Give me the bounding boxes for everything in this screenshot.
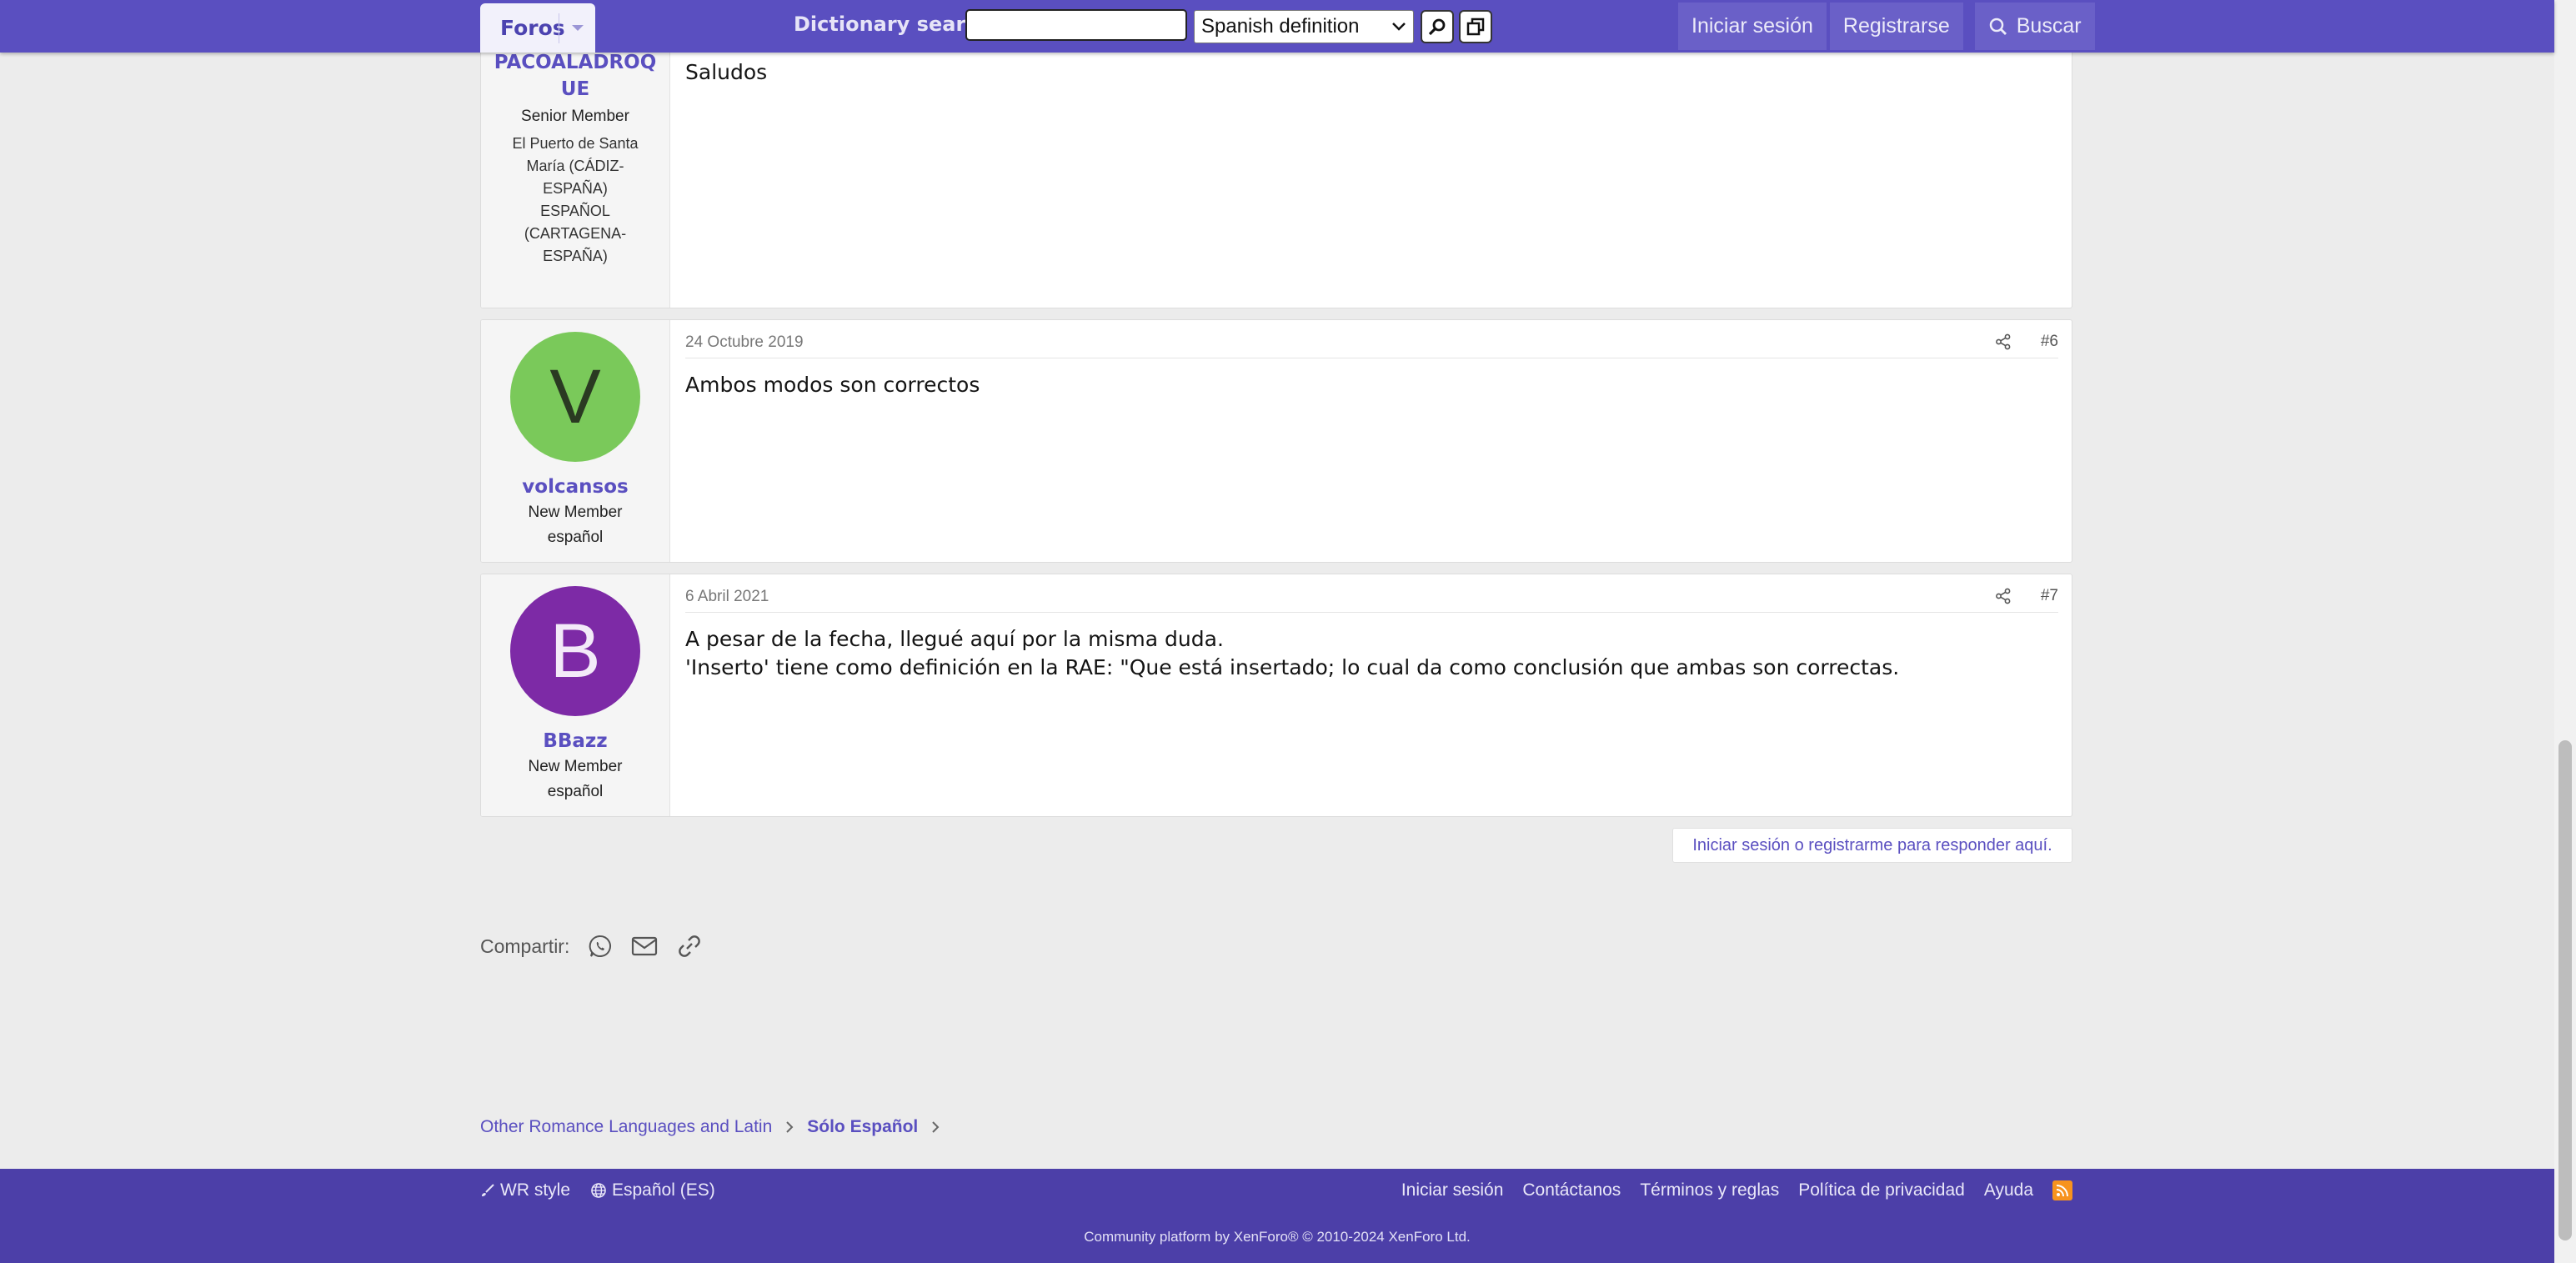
location-line: El Puerto de Santa — [512, 135, 639, 152]
post-text-line: 'Inserto' tiene como definición en la RA… — [685, 655, 1900, 679]
post-number-link[interactable]: #6 — [2041, 333, 2058, 351]
location-line: (CARTAGENA- — [524, 225, 627, 242]
dictionary-search-input[interactable] — [965, 9, 1187, 41]
dictionary-popup-button[interactable] — [1459, 10, 1492, 43]
post-number-link[interactable]: #7 — [2041, 587, 2058, 605]
account-nav: Iniciar sesión Registrarse Buscar — [1678, 3, 2098, 50]
search-button[interactable]: Buscar — [1974, 3, 2095, 50]
post-header: 6 Abril 2021 #7 — [685, 574, 2058, 613]
location-line: ESPAÑOL — [540, 203, 610, 219]
post-message: B BBazz New Member español 6 Abril 2021 … — [480, 574, 2072, 817]
post-body: Saludos — [685, 58, 767, 87]
post-username[interactable]: PACOALADROQ UE — [481, 49, 669, 103]
post-body: Ambos modos son correctos — [685, 371, 980, 399]
top-navigation-bar: Foros Dictionary search: Spanish definit… — [0, 0, 2554, 53]
user-location: El Puerto de Santa María (CÁDIZ- ESPAÑA)… — [481, 133, 669, 268]
login-to-reply-link[interactable]: Iniciar sesión o registrarme para respon… — [1672, 828, 2072, 863]
avatar[interactable]: V — [510, 332, 640, 462]
post-text-line: Ambos modos son correctos — [685, 373, 980, 397]
chevron-down-icon — [1392, 23, 1406, 31]
breadcrumb: Other Romance Languages and Latin Sólo E… — [480, 1117, 940, 1137]
footer-links: WR style Español (ES) Iniciar sesión Con… — [480, 1169, 2072, 1212]
location-line: María (CÁDIZ- — [526, 158, 624, 174]
language-chooser-link[interactable]: Español (ES) — [590, 1180, 715, 1200]
language-chooser-label: Español (ES) — [612, 1180, 715, 1200]
dictionary-language-select[interactable]: Spanish definition — [1194, 10, 1414, 43]
page-footer: WR style Español (ES) Iniciar sesión Con… — [0, 1169, 2554, 1263]
footer-terms-link[interactable]: Términos y reglas — [1640, 1180, 1779, 1200]
user-role: New Member — [528, 504, 623, 521]
username-line: UE — [560, 78, 590, 100]
share-icon[interactable] — [1995, 588, 2012, 604]
share-label: Compartir: — [480, 935, 570, 957]
search-icon — [1989, 18, 2007, 35]
dictionary-search-button[interactable] — [1421, 10, 1454, 43]
post-username[interactable]: volcansos — [481, 474, 669, 500]
chevron-down-icon[interactable] — [559, 24, 595, 33]
post-body: A pesar de la fecha, llegué aquí por la … — [685, 625, 1899, 682]
dictionary-select-value: Spanish definition — [1201, 15, 1360, 38]
post-date[interactable]: 24 Octubre 2019 — [685, 333, 804, 352]
footer-contact-link[interactable]: Contáctanos — [1522, 1180, 1621, 1200]
post-text-line: Saludos — [685, 60, 768, 84]
footer-login-link[interactable]: Iniciar sesión — [1401, 1180, 1504, 1200]
post-text-line: A pesar de la fecha, llegué aquí por la … — [685, 627, 1224, 651]
style-chooser-link[interactable]: WR style — [480, 1180, 570, 1200]
location-line: ESPAÑA) — [543, 180, 608, 197]
user-language: español — [547, 783, 604, 800]
post-user-panel: B BBazz New Member español — [481, 574, 670, 816]
style-chooser-label: WR style — [500, 1180, 570, 1200]
rss-icon[interactable] — [2052, 1180, 2072, 1200]
email-icon[interactable] — [631, 935, 658, 957]
post-main: 6 Abril 2021 #7 A pesar de la fecha, lle… — [671, 574, 2072, 816]
chevron-right-icon — [932, 1121, 940, 1133]
breadcrumb-item[interactable]: Sólo Español — [807, 1117, 918, 1137]
breadcrumb-item[interactable]: Other Romance Languages and Latin — [480, 1117, 772, 1137]
scrollbar-thumb[interactable] — [2558, 740, 2572, 1240]
username-line: PACOALADROQ — [494, 52, 657, 73]
login-button[interactable]: Iniciar sesión — [1678, 3, 1827, 50]
search-button-label: Buscar — [2016, 14, 2082, 38]
post-main: 24 Octubre 2019 #6 Ambos modos son corre… — [671, 320, 2072, 562]
magnifier-icon — [1428, 18, 1446, 36]
copyright-notice[interactable]: Community platform by XenForo® © 2010-20… — [0, 1229, 2554, 1245]
forums-tab-label[interactable]: Foros — [480, 16, 565, 40]
globe-icon — [591, 1183, 606, 1198]
avatar[interactable]: B — [510, 586, 640, 716]
user-role: New Member — [528, 758, 623, 775]
post-user-panel: V volcansos New Member español — [481, 320, 670, 562]
post-username[interactable]: BBazz — [481, 728, 669, 754]
whatsapp-icon[interactable] — [588, 934, 613, 959]
new-window-icon — [1466, 18, 1485, 36]
user-language: español — [547, 529, 604, 546]
location-line: ESPAÑA) — [543, 248, 608, 264]
post-message: V volcansos New Member español 24 Octubr… — [480, 319, 2072, 563]
register-button[interactable]: Registrarse — [1829, 3, 1963, 50]
forums-tab[interactable]: Foros — [480, 3, 595, 53]
share-icon[interactable] — [1995, 333, 2012, 350]
user-role: Senior Member — [521, 108, 629, 125]
post-date[interactable]: 6 Abril 2021 — [685, 588, 769, 606]
chevron-right-icon — [786, 1121, 794, 1133]
post-header: 24 Octubre 2019 #6 — [685, 320, 2058, 358]
paintbrush-icon — [482, 1184, 494, 1196]
footer-help-link[interactable]: Ayuda — [1984, 1180, 2033, 1200]
footer-privacy-link[interactable]: Política de privacidad — [1798, 1180, 1965, 1200]
vertical-scrollbar[interactable] — [2554, 0, 2576, 1263]
share-row: Compartir: — [480, 931, 703, 961]
link-icon[interactable] — [676, 933, 703, 960]
